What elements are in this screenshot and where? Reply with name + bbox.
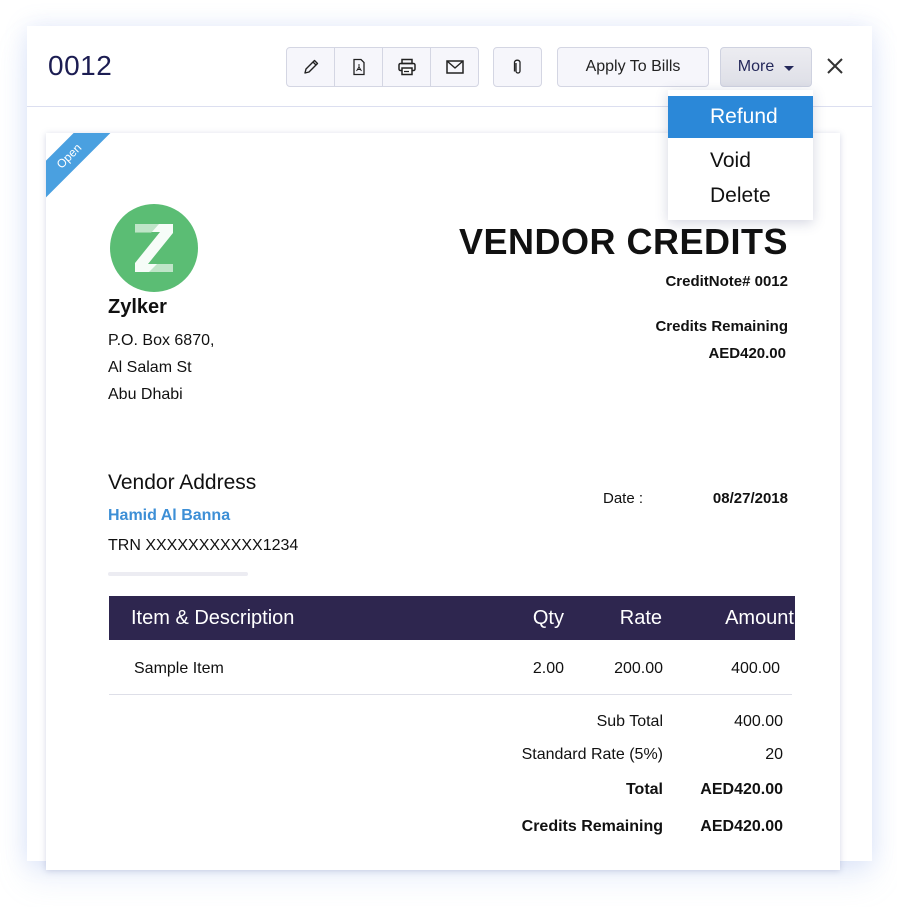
- placeholder-bar: [108, 572, 248, 576]
- action-button-group: [286, 47, 479, 87]
- vendor-trn: TRN XXXXXXXXXXX1234: [108, 537, 299, 554]
- tax-row: Standard Rate (5%) 20: [446, 738, 786, 771]
- credit-note-number: CreditNote# 0012: [665, 273, 788, 290]
- edit-button[interactable]: [287, 48, 335, 86]
- date-value: 08/27/2018: [712, 490, 788, 507]
- attach-button[interactable]: [493, 47, 542, 87]
- date-label: Date :: [603, 490, 644, 507]
- credits-remaining-value: AED420.00: [708, 345, 786, 362]
- email-button[interactable]: [431, 48, 478, 86]
- menu-item-delete[interactable]: Delete: [668, 175, 813, 217]
- cell-item: Sample Item: [134, 660, 224, 677]
- pdf-button[interactable]: [335, 48, 383, 86]
- cell-rate: 200.00: [614, 660, 663, 677]
- more-label: More: [737, 58, 775, 75]
- zylker-z-icon: [135, 224, 173, 272]
- total-label: Total: [625, 781, 663, 798]
- company-address-line: P.O. Box 6870,: [108, 332, 215, 349]
- status-ribbon-label: Open: [46, 133, 139, 226]
- document-number: 0012: [48, 50, 113, 81]
- credit-note-document: Open Zylker P.O. Box 6870, Al Salam St A…: [46, 133, 840, 870]
- credits-remaining-row: Credits Remaining AED420.00: [446, 808, 786, 845]
- edit-icon: [303, 59, 318, 74]
- print-icon: [397, 58, 416, 76]
- paperclip-icon: [513, 59, 521, 74]
- email-icon: [445, 60, 464, 74]
- header-qty: Qty: [532, 607, 564, 629]
- tax-label: Standard Rate (5%): [521, 746, 663, 763]
- print-button[interactable]: [383, 48, 431, 86]
- company-address-line: Al Salam St: [108, 359, 192, 376]
- credits-remaining-total-value: AED420.00: [700, 818, 783, 835]
- credits-remaining-total-label: Credits Remaining: [521, 818, 663, 835]
- table-header: Item & Description Qty Rate Amount: [109, 596, 795, 640]
- sub-total-row: Sub Total 400.00: [446, 705, 786, 738]
- more-button[interactable]: More: [720, 47, 812, 87]
- total-row: Total AED420.00: [446, 771, 786, 808]
- document-title-block: VENDOR CREDITS CreditNote# 0012 Credits …: [459, 221, 788, 362]
- close-button[interactable]: [822, 53, 848, 79]
- sub-total-label: Sub Total: [596, 713, 663, 730]
- header-item: Item & Description: [131, 607, 295, 629]
- cell-amount: 400.00: [731, 660, 780, 677]
- total-value: AED420.00: [700, 781, 783, 798]
- vendor-address-heading: Vendor Address: [108, 471, 257, 494]
- table-row: Sample Item 2.00 200.00 400.00: [109, 640, 792, 695]
- credits-remaining-label: Credits Remaining: [655, 318, 788, 335]
- vendor-address: Vendor Address Hamid Al Banna TRN XXXXXX…: [108, 471, 298, 576]
- vendor-credit-panel: 0012 Apply To Bills More Refund Void Del…: [27, 26, 872, 870]
- company-info: Zylker P.O. Box 6870, Al Salam St Abu Dh…: [108, 296, 214, 408]
- company-name: Zylker: [108, 296, 167, 318]
- caret-down-icon: [784, 65, 795, 71]
- menu-item-refund[interactable]: Refund: [668, 96, 813, 138]
- header-rate: Rate: [619, 607, 662, 629]
- pdf-icon: [352, 58, 365, 76]
- apply-to-bills-button[interactable]: Apply To Bills: [557, 47, 709, 87]
- company-logo: [110, 204, 198, 292]
- totals-section: Sub Total 400.00 Standard Rate (5%) 20 T…: [446, 705, 786, 845]
- cell-qty: 2.00: [532, 660, 564, 677]
- vendor-name-link[interactable]: Hamid Al Banna: [108, 507, 298, 525]
- document-title: VENDOR CREDITS: [458, 221, 788, 262]
- company-address-line: Abu Dhabi: [108, 386, 183, 403]
- tax-value: 20: [765, 746, 783, 763]
- header-amount: Amount: [725, 607, 794, 629]
- sub-total-value: 400.00: [734, 713, 783, 730]
- close-icon: [827, 58, 843, 74]
- more-dropdown-menu: Refund Void Delete: [668, 90, 813, 220]
- items-table: Item & Description Qty Rate Amount Sampl…: [109, 596, 795, 695]
